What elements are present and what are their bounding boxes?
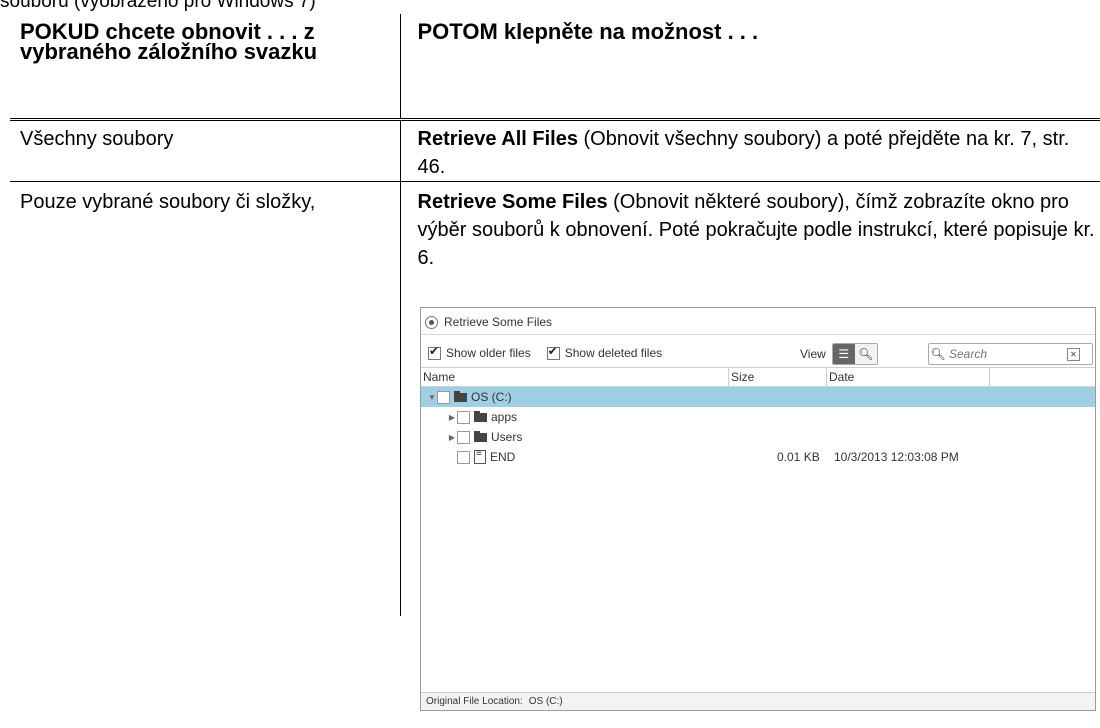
expanded-arrow-icon[interactable]: ▼ bbox=[427, 393, 437, 402]
row2-action-bold: Retrieve Some Files bbox=[417, 191, 608, 213]
table-row: Všechny soubory Retrieve All Files (Obno… bbox=[10, 119, 1100, 182]
file-date: 10/3/2013 12:03:08 PM bbox=[834, 450, 959, 464]
divider bbox=[421, 334, 1095, 335]
collapsed-arrow-icon[interactable]: ▶ bbox=[447, 413, 457, 422]
show-deleted-files-label: Show deleted files bbox=[564, 346, 663, 360]
tree-item-name: OS (C:) bbox=[471, 390, 512, 404]
search-view-button[interactable]: 🔍︎ bbox=[854, 344, 877, 364]
tree-item-name: Users bbox=[491, 430, 523, 444]
filter-options: Show older files Show deleted files bbox=[428, 344, 663, 360]
row1-condition: Všechny soubory bbox=[10, 119, 401, 182]
row-checkbox[interactable] bbox=[457, 430, 470, 444]
folder-icon bbox=[474, 430, 487, 442]
status-bar: Original File Location: OS (C:) bbox=[421, 692, 1095, 710]
table-header-row: POKUD chcete obnovit . . . z vybraného z… bbox=[10, 14, 1100, 121]
tree-row[interactable]: ▶ Users bbox=[421, 427, 1095, 447]
tree-item-name: END bbox=[490, 450, 516, 464]
original-location-label: Original File Location: bbox=[426, 696, 523, 707]
column-name-header[interactable]: Name bbox=[423, 370, 455, 384]
row-checkbox[interactable] bbox=[457, 410, 470, 424]
original-location-value: OS (C:) bbox=[528, 696, 563, 707]
clear-search-icon[interactable]: ✕ bbox=[1067, 347, 1080, 361]
tree-row[interactable]: ▶ apps bbox=[421, 407, 1095, 427]
cut-off-caption: souborů (vyobrazeno pro Windows 7) bbox=[0, 0, 316, 12]
search-box: 🔍︎ ✕ bbox=[928, 343, 1093, 365]
tree-row[interactable]: END 0.01 KB 10/3/2013 12:03:08 PM bbox=[421, 447, 1095, 467]
magnifier-icon: 🔍︎ bbox=[858, 347, 874, 361]
row-checkbox[interactable] bbox=[457, 450, 470, 464]
retrieve-files-panel: Retrieve Some Files Show older files Sho… bbox=[420, 307, 1096, 711]
list-icon: ☰ bbox=[838, 347, 850, 361]
radio-selected-icon[interactable] bbox=[425, 315, 438, 329]
column-header-row: Name Size Date bbox=[421, 367, 1095, 387]
list-view-button[interactable]: ☰ bbox=[832, 344, 855, 364]
panel-title: Retrieve Some Files bbox=[444, 315, 553, 329]
folder-icon bbox=[474, 410, 487, 422]
file-icon bbox=[474, 448, 486, 464]
tree-item-name: apps bbox=[491, 410, 518, 424]
show-deleted-files-checkbox[interactable] bbox=[546, 344, 560, 360]
header-if-cell: POKUD chcete obnovit . . . z vybraného z… bbox=[10, 14, 401, 121]
collapsed-arrow-icon[interactable]: ▶ bbox=[447, 433, 457, 442]
search-icon: 🔍︎ bbox=[930, 347, 946, 361]
column-date-header[interactable]: Date bbox=[829, 370, 854, 384]
column-size-header[interactable]: Size bbox=[731, 370, 754, 384]
search-input[interactable] bbox=[947, 346, 1067, 362]
show-older-files-label: Show older files bbox=[446, 346, 531, 360]
row1-action: Retrieve All Files (Obnovit všechny soub… bbox=[400, 119, 1100, 182]
file-size: 0.01 KB bbox=[777, 450, 820, 464]
show-older-files-checkbox[interactable] bbox=[428, 344, 441, 360]
tree-row[interactable]: ▼ OS (C:) bbox=[421, 387, 1095, 407]
header-then-cell: POTOM klepněte na možnost . . . bbox=[400, 14, 1100, 121]
row2-condition: Pouze vybrané soubory či složky, bbox=[10, 181, 401, 616]
folder-icon bbox=[454, 390, 467, 402]
row-checkbox[interactable] bbox=[437, 390, 450, 404]
view-switcher: View ☰ 🔍︎ bbox=[800, 343, 878, 365]
retrieve-some-files-option[interactable]: Retrieve Some Files bbox=[425, 313, 552, 331]
row1-action-bold: Retrieve All Files bbox=[417, 128, 578, 150]
view-label: View bbox=[800, 347, 826, 361]
